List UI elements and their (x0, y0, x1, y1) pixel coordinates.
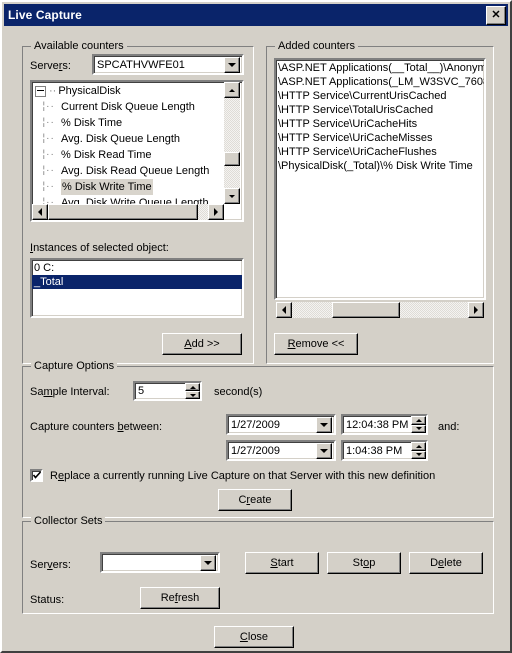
added-hscroll-thumb[interactable] (332, 302, 400, 318)
spin-up-icon[interactable] (185, 383, 200, 391)
tree-vscrollbar[interactable] (224, 82, 240, 204)
collector-servers-label: Servers: (30, 559, 71, 571)
tree-line-icon: ¦·· (35, 101, 55, 112)
tree-line-icon: ¦·· (35, 133, 55, 144)
spin-down-icon[interactable] (411, 424, 426, 433)
available-servers-combo[interactable]: SPCATHVWFE01 (92, 54, 244, 75)
end-time-value[interactable]: 1:04:38 PM (343, 445, 411, 457)
list-item[interactable]: 0 C: (32, 261, 242, 275)
tree-item-label: Current Disk Queue Length (61, 101, 195, 113)
tree-item-label: % Disk Time (61, 117, 123, 129)
scroll-left-icon[interactable] (32, 204, 48, 220)
add-button[interactable]: Add >> (162, 333, 242, 355)
tree-line-icon: ¦·· (35, 149, 55, 160)
tree-line-icon: ¦·· (35, 117, 55, 128)
replace-checkbox[interactable] (30, 469, 43, 482)
tree-item[interactable]: ¦·· Current Disk Queue Length (32, 99, 242, 115)
stop-button[interactable]: St o p (327, 552, 401, 574)
start-date-value: 1/27/2009 (231, 418, 280, 431)
collector-sets-label: Collector Sets (31, 515, 106, 527)
and-label: and: (438, 421, 460, 433)
collapse-icon[interactable] (35, 85, 46, 97)
list-item[interactable]: \ASP.NET Applications(__Total__)\Anonymo (276, 61, 484, 75)
added-counters-label: Added counters (275, 40, 359, 52)
sample-interval-stepper[interactable]: 5 (133, 381, 202, 401)
list-item[interactable]: \HTTP Service\UriCacheHits (276, 117, 484, 131)
replace-checkbox-label[interactable]: Replace a currently running Live Capture… (50, 470, 435, 482)
end-date-value: 1/27/2009 (231, 444, 280, 457)
tree-item[interactable]: ¦·· Avg. Disk Read Queue Length (32, 163, 242, 179)
title-bar: Live Capture ✕ (4, 4, 508, 26)
start-button[interactable]: Start (245, 552, 319, 574)
scroll-left-icon[interactable] (276, 302, 292, 318)
tree-root-physicaldisk[interactable]: ·· PhysicalDisk (32, 83, 242, 99)
remove-button[interactable]: Remove << (274, 333, 358, 355)
available-servers-value: SPCATHVWFE01 (97, 58, 185, 71)
tree-item-label: Avg. Disk Read Queue Length (61, 165, 210, 177)
start-time-spin-buttons[interactable] (411, 416, 426, 433)
sample-interval-value[interactable]: 5 (135, 385, 185, 397)
tree-vscroll-thumb[interactable] (224, 152, 240, 166)
create-button[interactable]: Cr eate (218, 489, 292, 511)
list-item[interactable]: \HTTP Service\TotalUrisCached (276, 103, 484, 117)
live-capture-dialog: Live Capture ✕ Available counters Server… (0, 0, 512, 653)
tree-line-icon: ¦·· (35, 181, 55, 192)
tree-root-label: PhysicalDisk (58, 85, 121, 97)
chevron-down-icon[interactable] (316, 416, 332, 433)
spin-up-icon[interactable] (411, 442, 426, 451)
close-button[interactable]: Close (214, 626, 294, 648)
sample-interval-spin-buttons[interactable] (185, 383, 200, 399)
tree-hscroll-thumb[interactable] (48, 204, 198, 220)
delete-button[interactable]: De lete (409, 552, 483, 574)
tree-line-icon: ¦·· (35, 165, 55, 176)
list-item[interactable]: \HTTP Service\UriCacheMisses (276, 131, 484, 145)
instances-listbox[interactable]: 0 C: _Total (30, 258, 244, 318)
window-title: Live Capture (8, 8, 82, 22)
scroll-right-icon[interactable] (468, 302, 484, 318)
end-date-picker[interactable]: 1/27/2009 (226, 440, 336, 461)
check-icon (32, 471, 42, 479)
tree-item[interactable]: ¦·· % Disk Time (32, 115, 242, 131)
list-item[interactable]: \PhysicalDisk(_Total)\% Disk Write Time (276, 159, 484, 173)
tree-item-selected[interactable]: ¦·· % Disk Write Time (32, 179, 242, 195)
chevron-down-icon[interactable] (200, 554, 216, 571)
tree-item[interactable]: ¦·· % Disk Read Time (32, 147, 242, 163)
spin-down-icon[interactable] (411, 450, 426, 459)
added-counters-listbox[interactable]: \ASP.NET Applications(__Total__)\Anonymo… (274, 58, 486, 300)
list-item-selected[interactable]: _Total (32, 275, 242, 289)
start-date-picker[interactable]: 1/27/2009 (226, 414, 336, 435)
start-time-value[interactable]: 12:04:38 PM (343, 419, 411, 431)
spin-up-icon[interactable] (411, 416, 426, 425)
available-counters-label: Available counters (31, 40, 127, 52)
chevron-down-icon[interactable] (316, 442, 332, 459)
instances-label: Instances of selected object: (30, 242, 169, 254)
list-item[interactable]: \ASP.NET Applications(_LM_W3SVC_7608 (276, 75, 484, 89)
sample-interval-label: Sample Interval: (30, 386, 110, 398)
collector-servers-combo[interactable] (100, 552, 220, 573)
end-time-spin-buttons[interactable] (411, 442, 426, 459)
counters-tree[interactable]: ·· PhysicalDisk ¦·· Current Disk Queue L… (30, 80, 244, 222)
chevron-down-icon[interactable] (224, 56, 240, 73)
capture-options-label: Capture Options (31, 360, 118, 372)
close-icon[interactable]: ✕ (486, 5, 506, 25)
start-time-stepper[interactable]: 12:04:38 PM (341, 414, 428, 435)
list-item[interactable]: \HTTP Service\CurrentUrisCached (276, 89, 484, 103)
list-item[interactable]: \HTTP Service\UriCacheFlushes (276, 145, 484, 159)
tree-item-label: % Disk Read Time (61, 149, 152, 161)
tree-item-label: Avg. Disk Queue Length (61, 133, 181, 145)
refresh-button[interactable]: Re f resh (140, 587, 220, 609)
tree-item[interactable]: ¦·· Avg. Disk Queue Length (32, 131, 242, 147)
spin-down-icon[interactable] (185, 391, 200, 399)
scroll-up-icon[interactable] (224, 82, 240, 98)
available-servers-label: Servers: (30, 60, 71, 72)
status-label: Status: (30, 594, 65, 606)
scroll-down-icon[interactable] (224, 188, 240, 204)
scroll-right-icon[interactable] (208, 204, 224, 220)
end-time-stepper[interactable]: 1:04:38 PM (341, 440, 428, 461)
capture-between-label: Capture counters between: (30, 421, 163, 433)
tree-item-label: % Disk Write Time (61, 179, 153, 195)
seconds-label: second(s) (214, 386, 263, 398)
